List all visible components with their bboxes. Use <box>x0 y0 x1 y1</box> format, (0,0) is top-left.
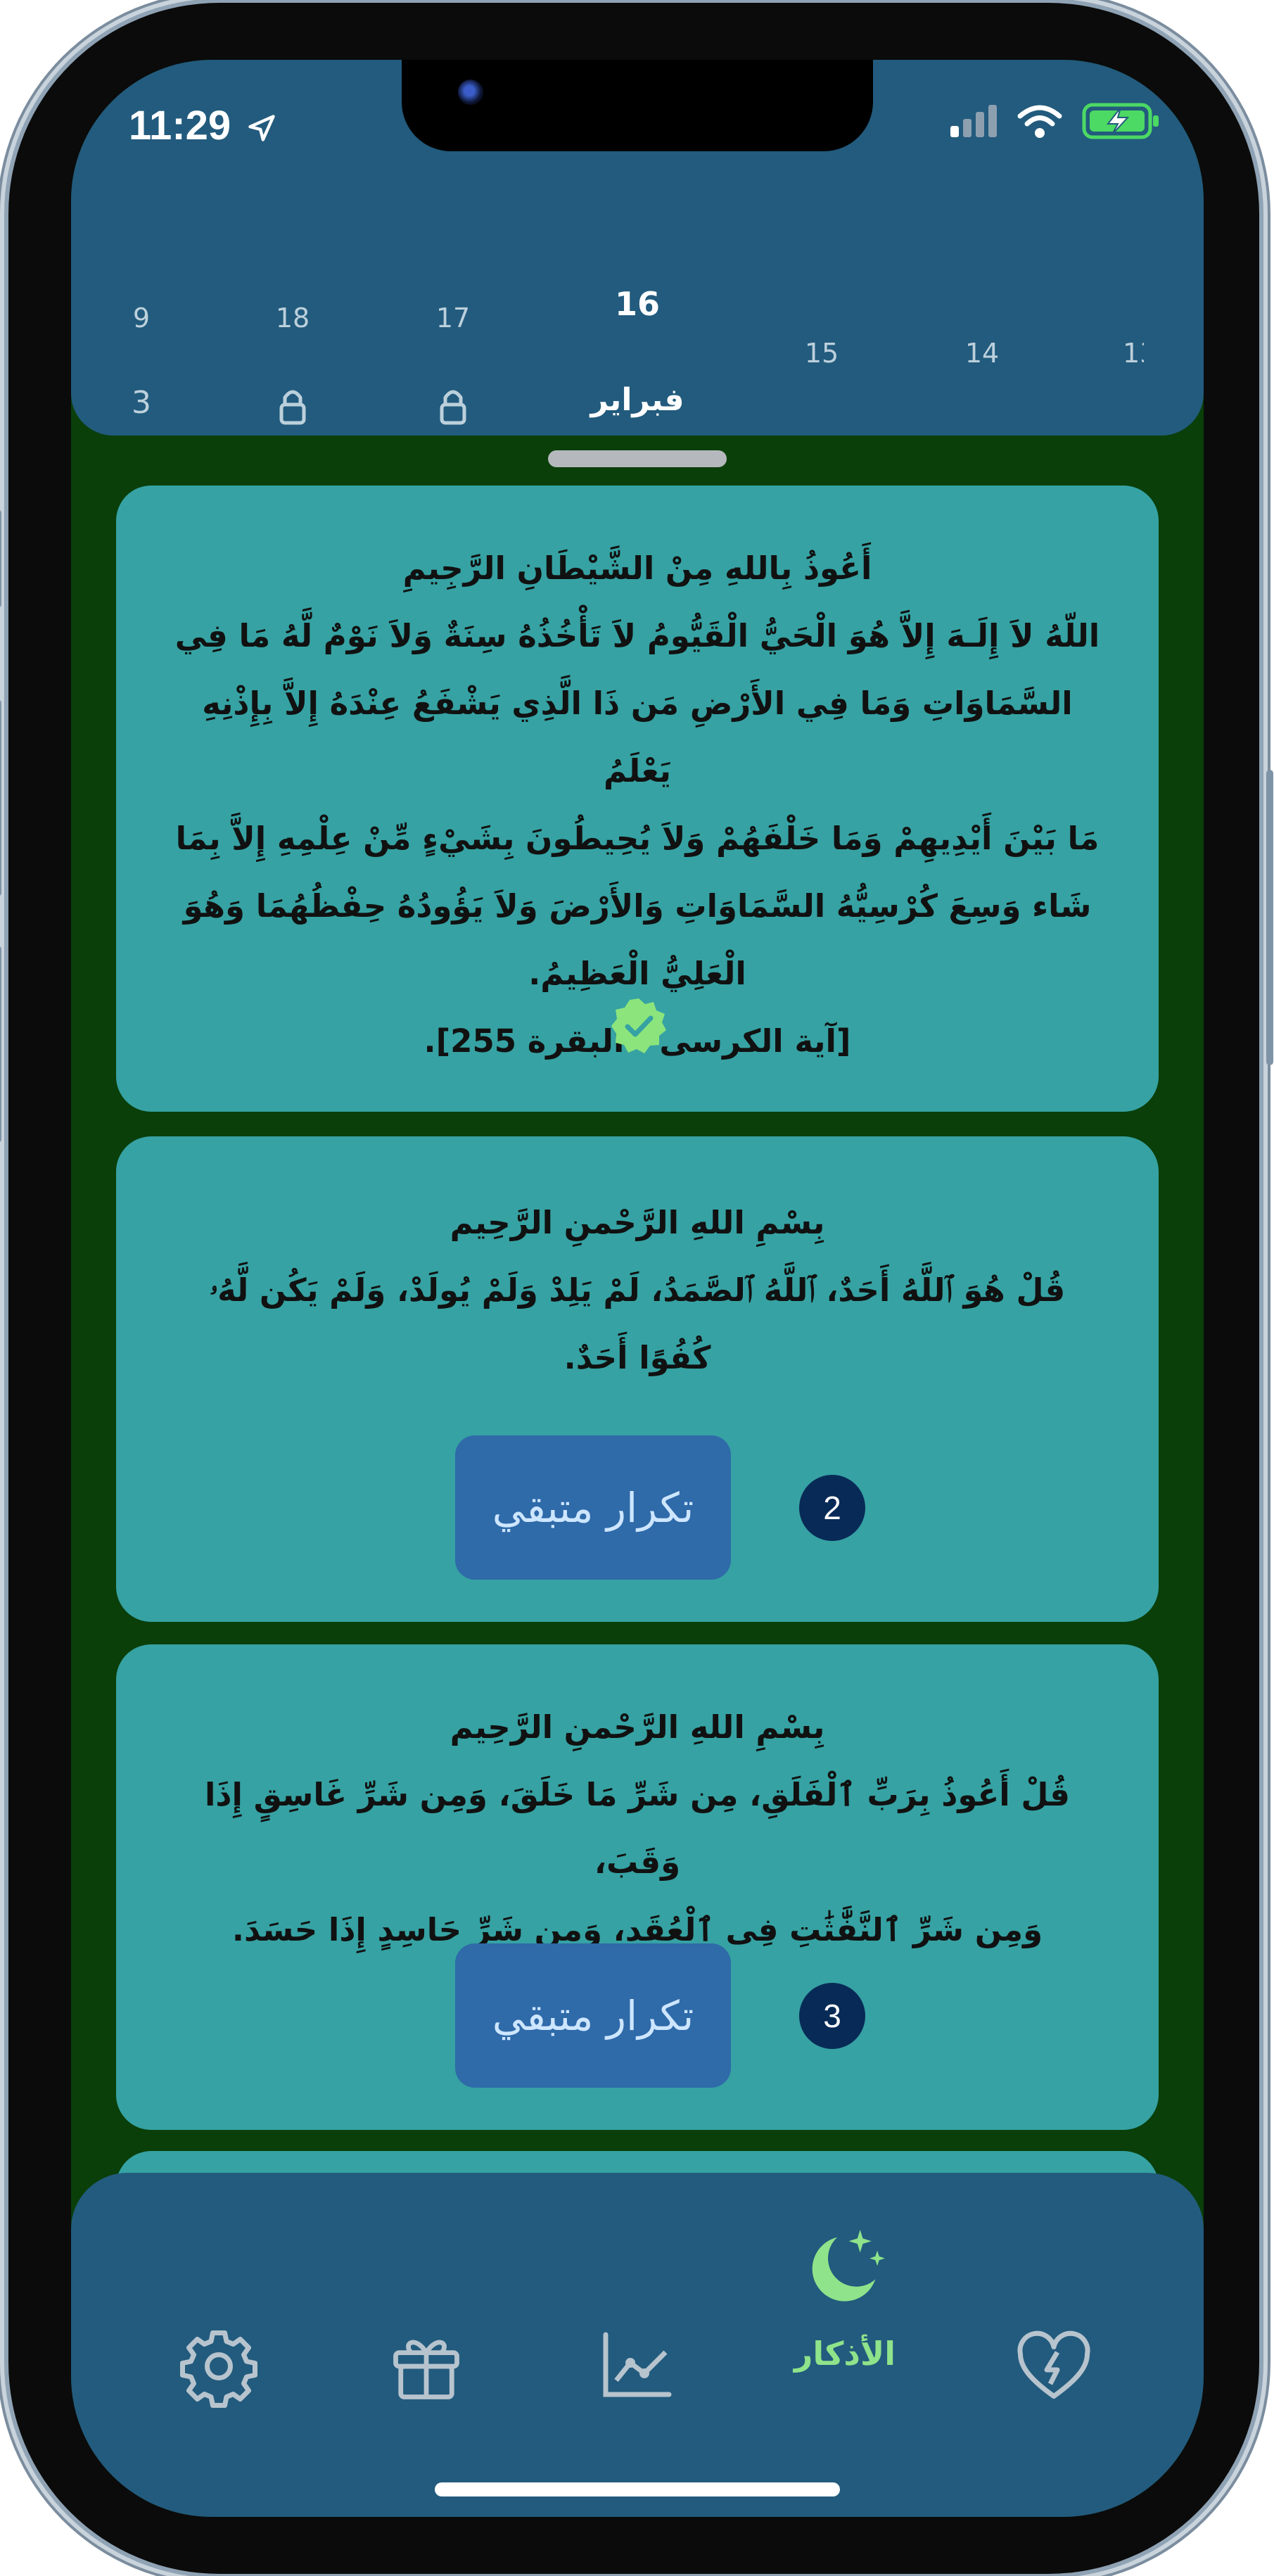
tab-adhkar[interactable]: الأذكار <box>794 2222 896 2373</box>
lock-icon <box>279 390 306 425</box>
battery-charging-icon <box>1082 103 1159 139</box>
dhikr-line: السَّمَاوَاتِ وَمَا فِي الأَرْضِ مَن ذَا… <box>202 685 1073 789</box>
day-number[interactable]: 14 <box>965 338 999 369</box>
dhikr-line: أَعُوذُ بِاللهِ مِنْ الشَّيْطَانِ الرَّج… <box>402 550 872 587</box>
heart-bolt-icon <box>1017 2330 1090 2399</box>
verified-check-icon <box>611 998 666 1053</box>
repeat-button[interactable]: تكرار متبقي <box>455 1435 731 1580</box>
chart-icon <box>603 2332 672 2397</box>
dhikr-card: بِسْمِ اللهِ الرَّحْمنِ الرَّحِيم قُلْ ه… <box>116 1136 1159 1622</box>
tab-health[interactable] <box>1012 2324 1096 2411</box>
home-indicator[interactable] <box>435 2482 840 2496</box>
dhikr-line: قُلْ هُوَ ٱللَّهُ أَحَدٌ، ٱللَّهُ ٱلصَّم… <box>209 1271 1066 1309</box>
header: 11:29 9 3 18 17 16 فبراير 15 14 1 <box>71 60 1204 436</box>
volume-down-button <box>0 946 1 1143</box>
repeat-row: تكرار متبقي 2 <box>116 1435 1159 1580</box>
day-number[interactable]: 13 <box>1123 338 1144 369</box>
remaining-count-badge: 2 <box>799 1475 865 1541</box>
tab-gifts[interactable] <box>386 2324 467 2411</box>
day-number-active[interactable]: 16 <box>615 285 660 323</box>
remaining-count-badge: 3 <box>799 1983 865 2049</box>
tab-settings[interactable] <box>177 2324 261 2411</box>
gear-icon <box>180 2330 257 2408</box>
day-number[interactable]: 15 <box>805 338 839 369</box>
tab-adhkar-label: الأذكار <box>794 2335 896 2373</box>
day-label: 3 <box>132 385 151 421</box>
dhikr-line: قُلْ أَعُوذُ بِرَبِّ ٱلْفَلَقِ، مِن شَرِ… <box>204 1776 1070 1881</box>
repeat-button[interactable]: تكرار متبقي <box>455 1943 731 2088</box>
app-screen: 11:29 9 3 18 17 16 فبراير 15 14 1 أَعُوذ… <box>71 60 1204 2517</box>
month-label: فبراير <box>590 382 684 418</box>
tab-stats[interactable] <box>595 2324 680 2411</box>
cellular-signal-icon <box>950 105 997 137</box>
dhikr-line: مَا بَيْنَ أَيْدِيهِمْ وَمَا خَلْفَهُمْ … <box>175 820 1100 857</box>
volume-up-button <box>0 699 1 896</box>
day-number[interactable]: 17 <box>436 303 470 334</box>
status-icons <box>950 101 1161 146</box>
location-arrow-icon <box>248 115 275 141</box>
day-number[interactable]: 9 <box>133 303 150 334</box>
dhikr-line: بِسْمِ اللهِ الرَّحْمنِ الرَّحِيم <box>450 1708 825 1746</box>
wifi-icon <box>1017 105 1062 138</box>
dhikr-card: بِسْمِ اللهِ الرَّحْمنِ الرَّحِيم قُلْ أ… <box>116 1644 1159 2130</box>
dhikr-line: بِسْمِ اللهِ الرَّحْمنِ الرَّحِيم <box>450 1204 825 1241</box>
day-number[interactable]: 18 <box>276 303 310 334</box>
lock-icon <box>440 390 466 425</box>
sheet-grabber[interactable] <box>548 450 727 467</box>
dhikr-card: أَعُوذُ بِاللهِ مِنْ الشَّيْطَانِ الرَّج… <box>116 486 1159 1112</box>
tab-bar: الأذكار <box>71 2173 1204 2517</box>
gift-icon <box>393 2340 459 2399</box>
camera <box>458 80 483 105</box>
status-time: 11:29 <box>129 102 277 149</box>
repeat-row: تكرار متبقي 3 <box>116 1943 1159 2088</box>
mute-switch <box>0 509 1 608</box>
dhikr-line: شَاء وَسِعَ كُرْسِيُّهُ السَّمَاوَاتِ وَ… <box>183 887 1092 925</box>
power-button <box>1266 770 1273 1065</box>
dynamic-notch <box>402 60 873 151</box>
dhikr-line: كُفُوًا أَحَدٌ. <box>563 1339 711 1376</box>
moon-stars-icon <box>812 2229 885 2302</box>
dhikr-line: اللّهُ لاَ إِلَـهَ إِلاَّ هُوَ الْحَيُّ … <box>174 617 1100 654</box>
date-strip[interactable]: 9 3 18 17 16 فبراير 15 14 13 <box>71 215 1204 426</box>
